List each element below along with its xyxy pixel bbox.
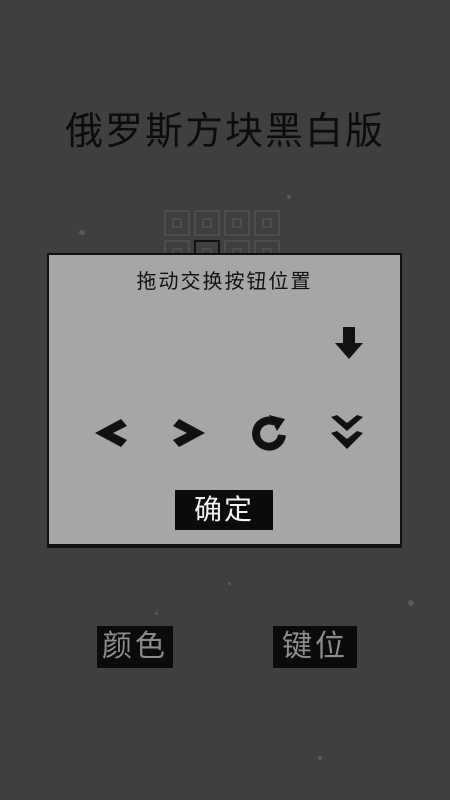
- logo-block: [194, 210, 220, 236]
- move-right-button[interactable]: [169, 413, 209, 453]
- dust-speck: [287, 195, 291, 199]
- arrow-down-icon: [335, 327, 363, 359]
- tetris-logo: [162, 208, 288, 266]
- logo-block: [224, 210, 250, 236]
- logo-block: [254, 210, 280, 236]
- dialog-title: 拖动交换按钮位置: [136, 269, 313, 293]
- dust-speck: [228, 582, 231, 585]
- game-title: 俄罗斯方块黑白版: [64, 109, 385, 153]
- rotate-icon: [252, 415, 286, 451]
- arrow-right-icon: [173, 419, 205, 447]
- double-chevron-down-icon: [331, 415, 363, 449]
- dust-speck: [155, 612, 158, 615]
- move-left-button[interactable]: [91, 413, 131, 453]
- rotate-button[interactable]: [249, 413, 289, 453]
- dust-speck: [408, 600, 414, 606]
- drop-button[interactable]: [329, 323, 369, 363]
- arrow-left-icon: [95, 419, 127, 447]
- logo-block: [164, 210, 190, 236]
- hard-drop-button[interactable]: [327, 413, 367, 453]
- keys-button[interactable]: 键位: [273, 626, 357, 668]
- color-button[interactable]: 颜色: [97, 626, 173, 668]
- dust-speck: [318, 756, 322, 760]
- dust-speck: [79, 230, 85, 235]
- confirm-button[interactable]: 确定: [175, 490, 273, 530]
